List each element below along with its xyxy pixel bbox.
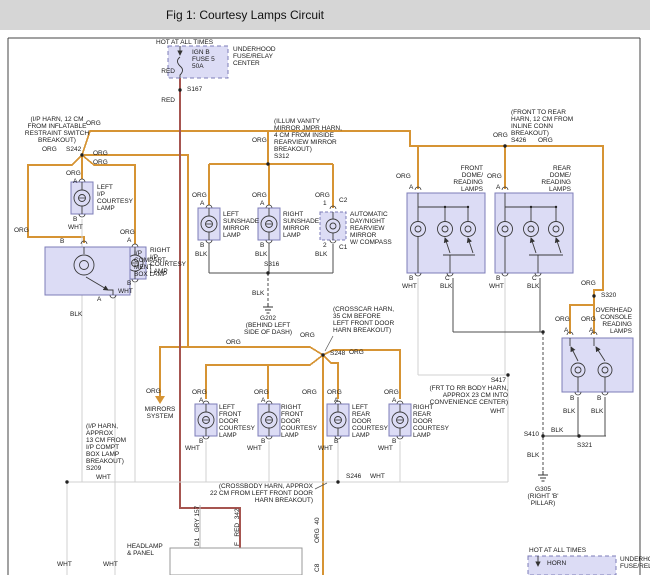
left-ip-courtesy-lamp	[71, 179, 93, 217]
ground-g202-icon	[263, 303, 273, 313]
wiring-canvas	[0, 0, 650, 575]
red-wires	[180, 78, 240, 548]
ground-g305-icon	[538, 471, 548, 481]
rear-dome-reading-lamps	[495, 187, 573, 276]
fuse-horn-box	[528, 556, 616, 575]
right-rear-door-courtesy-lamp	[389, 401, 411, 439]
right-front-door-courtesy-lamp	[258, 401, 280, 439]
mirrors-system-arrow	[155, 396, 165, 404]
wiring-diagram-page: Fig 1: Courtesy Lamps Circuit	[0, 0, 650, 575]
overhead-console-reading-lamps	[562, 332, 633, 395]
page-border	[8, 38, 640, 575]
front-dome-reading-lamps	[407, 187, 485, 276]
blk-wires	[209, 243, 606, 471]
left-rear-door-courtesy-lamp	[327, 401, 349, 439]
auto-daynight-mirror	[320, 206, 346, 243]
left-sunshade-mirror-lamp	[198, 205, 220, 243]
left-front-door-courtesy-lamp	[195, 401, 217, 439]
headlamp-panel-switch-box	[170, 548, 302, 575]
ip-compartment-box-lamp	[45, 241, 130, 298]
fuse-ignb-box	[168, 46, 228, 78]
right-sunshade-mirror-lamp	[258, 205, 280, 243]
